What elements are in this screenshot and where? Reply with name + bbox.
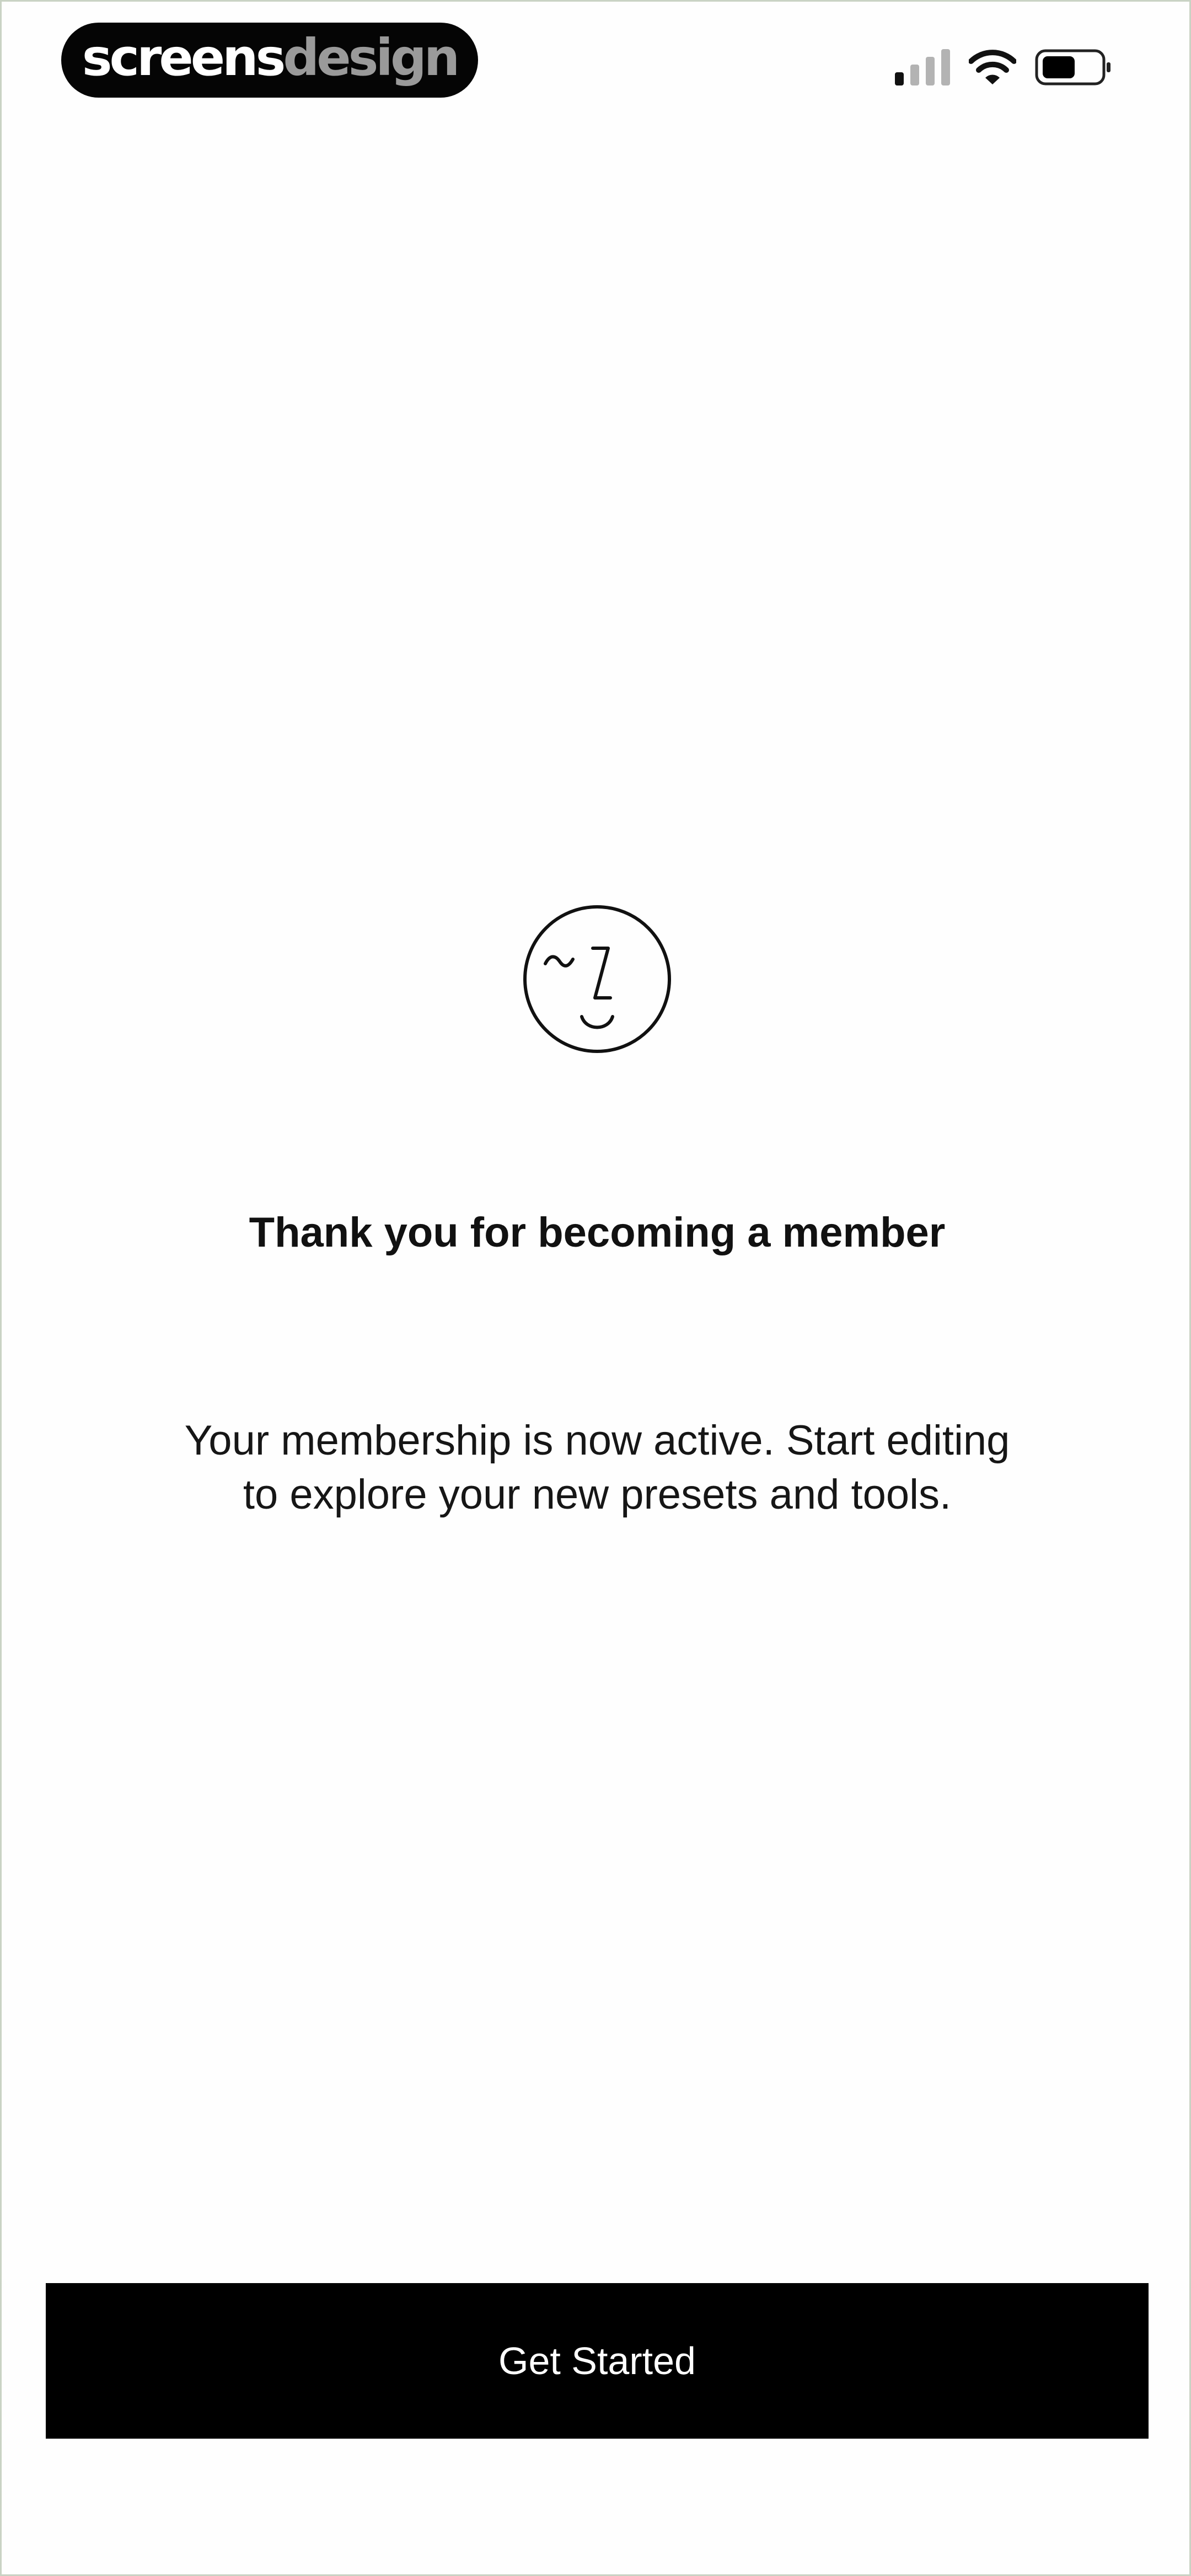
signal-icon <box>895 49 950 85</box>
brand-logo: screens design <box>61 23 478 98</box>
wifi-icon <box>969 50 1016 84</box>
membership-confirmation-screen: screens design Thank you for becoming a m… <box>0 0 1191 2576</box>
message-line-1: Your membership is now active. Start edi… <box>184 1417 1010 1464</box>
confirmation-message: Your membership is now active. Start edi… <box>156 1414 1038 1522</box>
face-icon <box>523 905 671 1053</box>
battery-icon <box>1035 49 1110 85</box>
status-bar-icons <box>895 48 1112 87</box>
page-title: Thank you for becoming a member <box>249 1209 946 1256</box>
get-started-button[interactable]: Get Started <box>46 2283 1149 2439</box>
brand-logo-primary: screens <box>82 28 286 87</box>
message-line-2: to explore your new presets and tools. <box>243 1471 952 1518</box>
brand-logo-secondary: design <box>283 28 460 87</box>
